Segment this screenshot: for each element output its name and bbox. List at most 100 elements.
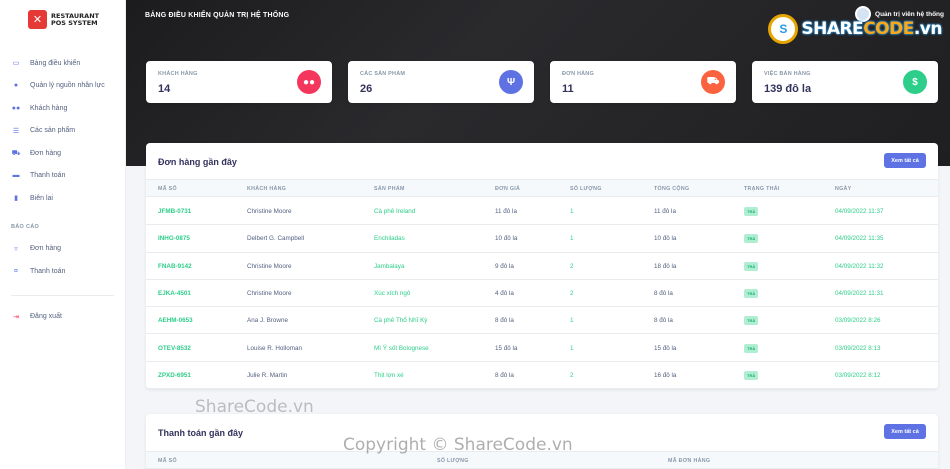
card-icon: ▬ [12, 172, 20, 180]
table-cell: ZPXD-6951 [158, 371, 191, 379]
status-badge: TRẢ [744, 343, 759, 353]
file-icon: ▮ [14, 195, 18, 203]
view-all-orders-button[interactable]: Xem tất cả [884, 153, 926, 168]
table-cell: Cà phê Thổ Nhĩ Kỳ [374, 317, 428, 325]
col-header[interactable]: SỐ LƯỢNG [437, 458, 469, 464]
users-icon: ●● [297, 70, 321, 94]
table-cell: 2 [570, 289, 574, 297]
table-cell: 10 đô la [654, 235, 677, 243]
monitor-icon: ▭ [12, 60, 20, 68]
col-header[interactable]: SỐ LƯỢNG [570, 186, 602, 192]
sidebar-item-label: Bảng điều khiển [30, 59, 81, 67]
table-cell: JFMB-0731 [158, 208, 192, 215]
utensils-icon: Ψ [499, 70, 523, 94]
sidebar-item-report-orders[interactable]: ▿ Đơn hàng [0, 238, 125, 261]
stat-label: ĐƠN HÀNG [562, 71, 594, 77]
table-cell: 1 [570, 344, 574, 352]
sidebar-item-label: Đơn hàng [30, 245, 62, 253]
table-cell: 03/09/2022 8:26 [835, 317, 881, 325]
status-badge: TRẢ [744, 234, 759, 244]
table-cell: 9 đô la [495, 262, 514, 270]
table-cell: Enchiladas [374, 235, 405, 243]
basket-icon: ▿ [14, 245, 18, 253]
status-badge: TRẢ [744, 207, 759, 216]
table-cell: 4 đô la [495, 289, 514, 297]
stat-card-orders: ĐƠN HÀNG 11 ⛟ [550, 61, 736, 103]
sidebar-item-label: Quản lý nguồn nhân lực [30, 82, 105, 90]
table-cell: AEHM-0653 [158, 317, 193, 325]
stat-value: 14 [158, 83, 171, 95]
recent-orders-card: Đơn hàng gần đây Xem tất cả MÃ SỐ KHÁCH … [146, 143, 938, 390]
status-badge: TRẢ [744, 261, 759, 271]
sidebar-item-label: Thanh toán [30, 267, 66, 275]
table-cell: Thịt lợn xé [374, 371, 404, 379]
sidebar-item-hr[interactable]: ● Quản lý nguồn nhân lực [0, 75, 125, 98]
col-header[interactable]: MÃ SỐ [158, 458, 177, 464]
table-row[interactable]: JFMB-0731 Christine Moore Cà phê Ireland 11… [146, 198, 938, 226]
sidebar-item-payments[interactable]: ▬ Thanh toán [0, 165, 125, 188]
table-cell: Jambalaya [374, 262, 405, 270]
table-cell: 1 [570, 317, 574, 325]
brand[interactable]: ✕ RESTAURANT POS SYSTEM [0, 0, 125, 34]
stat-card-products: CÁC SẢN PHẨM 26 Ψ [348, 61, 534, 103]
status-badge: TRẢ [744, 316, 759, 326]
sidebar-item-logout[interactable]: ⇥ Đăng xuất [0, 306, 125, 329]
copyright-watermark: Copyright © ShareCode.vn [343, 435, 573, 455]
table-row[interactable]: ZPXD-6951 Julie R. Martin Thịt lợn xé 8 đô … [146, 362, 938, 390]
col-header[interactable]: TỔNG CỘNG [654, 186, 689, 192]
stat-label: KHÁCH HÀNG [158, 71, 198, 77]
table-cell: Julie R. Martin [247, 371, 288, 379]
sidebar-item-receipts[interactable]: ▮ Biên lai [0, 187, 125, 210]
stat-value: 26 [360, 83, 373, 95]
sidebar-item-products[interactable]: ☰ Các sản phẩm [0, 120, 125, 143]
recent-orders-title: Đơn hàng gần đây [158, 157, 237, 167]
sidebar: ✕ RESTAURANT POS SYSTEM ▭ Bảng điều khiể… [0, 0, 126, 469]
sidebar-item-dashboard[interactable]: ▭ Bảng điều khiển [0, 52, 125, 75]
col-header[interactable]: MÃ ĐƠN HÀNG [668, 458, 710, 464]
col-header[interactable]: SẢN PHẨM [374, 186, 405, 192]
page-title: BẢNG ĐIỀU KHIỂN QUẢN TRỊ HỆ THỐNG [145, 12, 290, 19]
table-cell: Louise R. Holloman [247, 344, 302, 352]
table-cell: Christine Moore [247, 262, 292, 270]
table-cell: 8 đô la [495, 317, 514, 325]
table-row[interactable]: INHG-0875 Delbert G. Campbell Enchiladas 10… [146, 225, 938, 253]
table-cell: 1 [570, 208, 574, 215]
sidebar-item-label: Khách hàng [30, 104, 68, 112]
table-cell: EJKA-4501 [158, 289, 191, 297]
stat-value: 11 [562, 83, 574, 95]
dollar-icon: $ [903, 70, 927, 94]
sidebar-divider [11, 294, 114, 296]
table-cell: 11 đô la [654, 208, 676, 215]
table-row[interactable]: FNAB-9142 Christine Moore Jambalaya 9 đô la… [146, 253, 938, 280]
table-cell: Christine Moore [247, 208, 292, 215]
sidebar-nav: ▭ Bảng điều khiển ● Quản lý nguồn nhân l… [0, 52, 125, 328]
col-header[interactable]: NGÀY [835, 186, 852, 192]
col-header[interactable]: MÃ SỐ [158, 186, 177, 192]
table-cell: Cà phê Ireland [374, 208, 416, 215]
table-cell: 8 đô la [654, 317, 673, 325]
table-row[interactable]: OTEV-8532 Louise R. Holloman Mì Ý sốt Bolo… [146, 335, 938, 362]
sidebar-item-orders[interactable]: ⛟ Đơn hàng [0, 142, 125, 165]
sharecode-badge-icon: S [768, 14, 799, 44]
table-cell: FNAB-9142 [158, 262, 192, 270]
cart-icon: ⛟ [11, 149, 21, 157]
table-row[interactable]: AEHM-0653 Ana J. Browne Cà phê Thổ Nhĩ Kỳ 8… [146, 307, 938, 335]
cart-icon: ⛟ [701, 70, 725, 94]
sharecode-watermark: ShareCode.vn [195, 397, 314, 417]
sidebar-item-customers[interactable]: ●● Khách hàng [0, 97, 125, 120]
table-cell: 8 đô la [654, 289, 673, 297]
table-cell: 15 đô la [495, 344, 518, 352]
col-header[interactable]: TRẠNG THÁI [744, 186, 780, 192]
table-row[interactable]: EJKA-4501 Christine Moore Xúc xích ngô 4 đô… [146, 280, 938, 308]
table-cell: 15 đô la [654, 344, 677, 352]
col-header[interactable]: KHÁCH HÀNG [247, 186, 286, 192]
view-all-payments-button[interactable]: Xem tất cả [884, 424, 926, 439]
sidebar-item-report-payments[interactable]: ¤ Thanh toán [0, 260, 125, 283]
col-header[interactable]: ĐƠN GIÁ [495, 186, 520, 192]
table-cell: 8 đô la [495, 371, 514, 379]
sharecode-logo-watermark: S SHARECODE.vn [768, 14, 943, 44]
stat-label: VIỆC BÁN HÀNG [764, 71, 811, 77]
status-badge: TRẢ [744, 288, 759, 298]
table-cell: 04/09/2022 11:37 [835, 208, 884, 215]
table-cell: 04/09/2022 11:31 [835, 289, 884, 297]
